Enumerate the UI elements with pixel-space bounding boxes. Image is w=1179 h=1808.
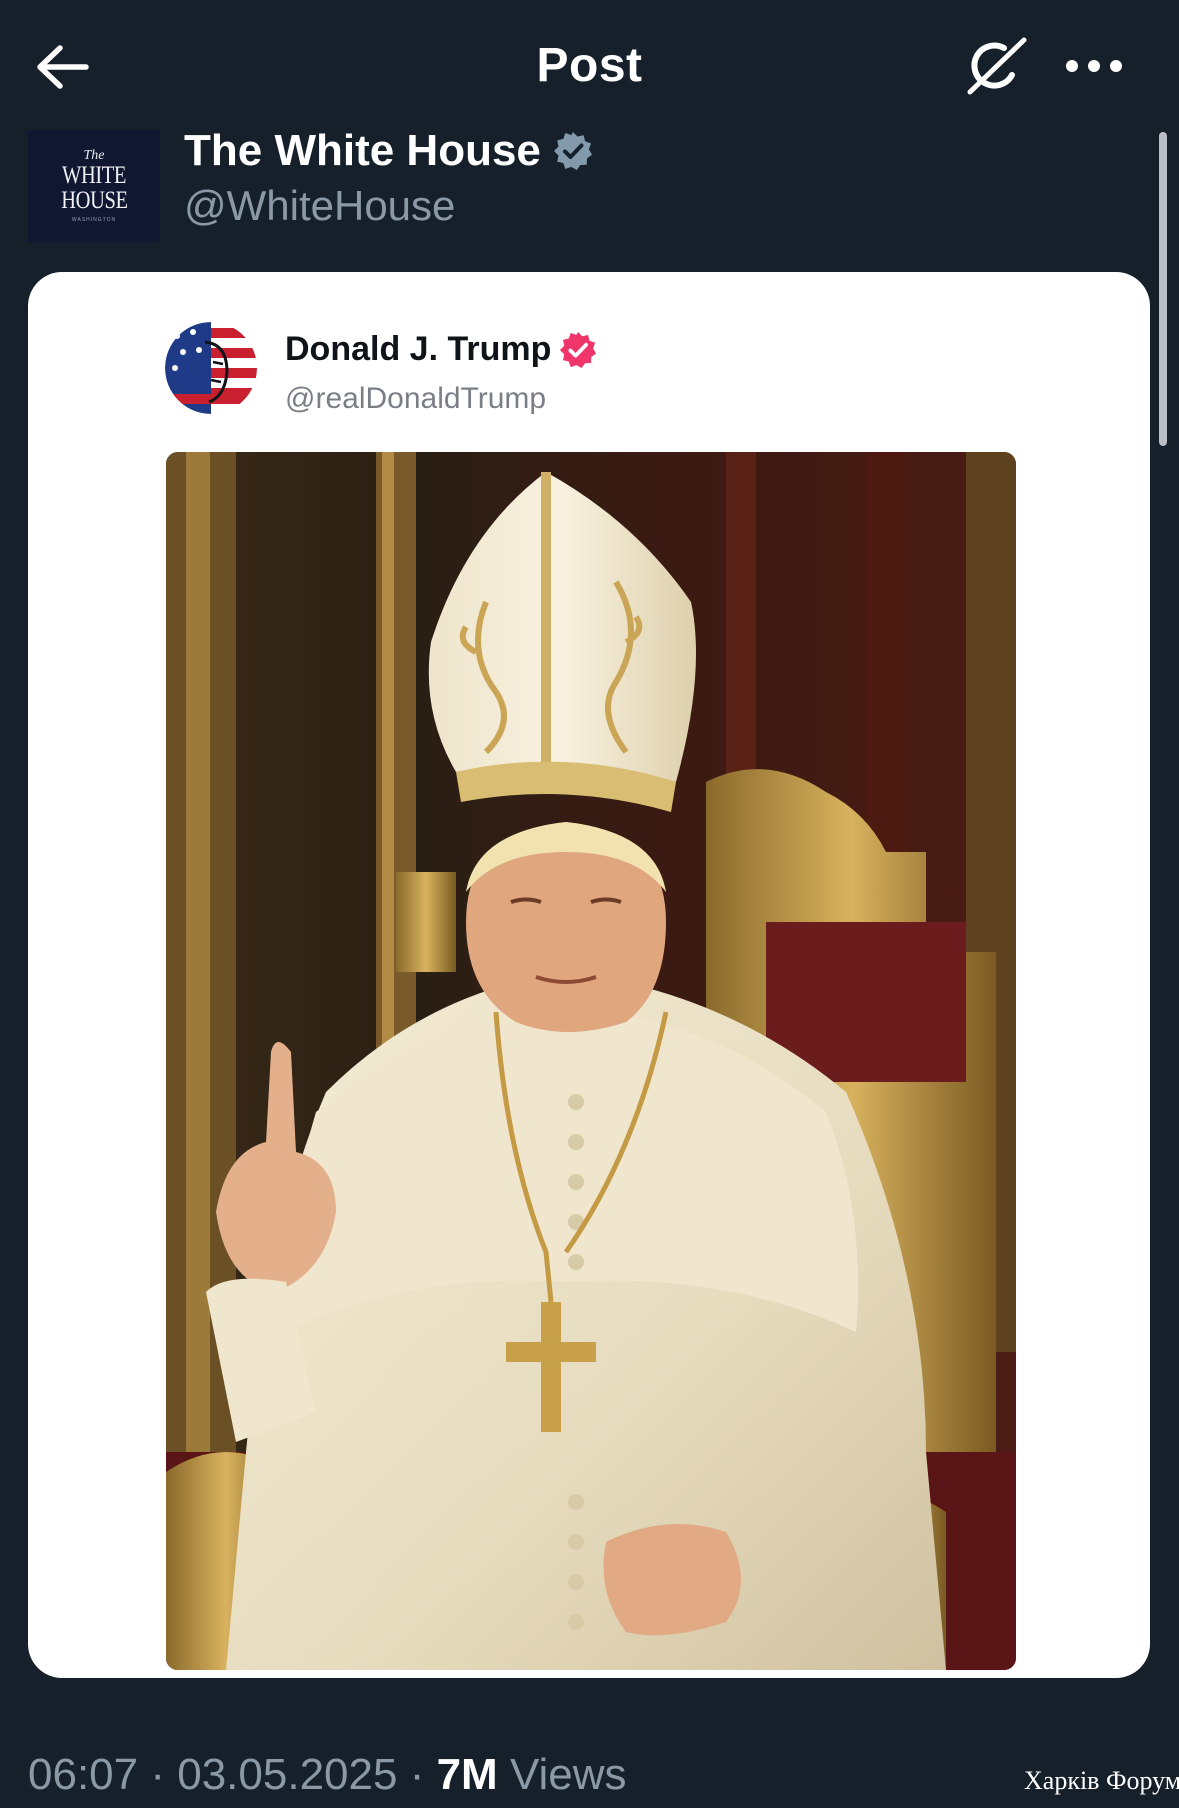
post-time: 06:07: [28, 1750, 139, 1799]
quoted-post-card[interactable]: Donald J. Trump @realDonaldTrump: [28, 272, 1150, 1678]
more-button[interactable]: [1058, 40, 1130, 92]
avatar-text-line2: HOUSE: [60, 187, 128, 214]
more-horizontal-icon: [1066, 60, 1078, 72]
avatar-text-line1: WHITE: [62, 162, 126, 189]
meta-separator: ·: [409, 1750, 425, 1799]
arrow-left-icon: [37, 45, 89, 89]
back-button[interactable]: [30, 38, 94, 96]
grok-button[interactable]: [962, 34, 1032, 98]
quoted-author-handle[interactable]: @realDonaldTrump: [285, 382, 546, 416]
avatar[interactable]: The WHITE HOUSE WASHINGTON: [28, 130, 160, 242]
quoted-avatar[interactable]: [165, 322, 257, 414]
grok-icon: [967, 37, 1027, 95]
post-image[interactable]: [166, 452, 1016, 1670]
post-meta: 06:07 · 03.05.2025 · 7M Views: [28, 1750, 627, 1800]
verified-badge-icon: [553, 131, 593, 171]
avatar-text-sub: WASHINGTON: [71, 217, 117, 223]
author-name[interactable]: The White House: [184, 126, 593, 176]
author-name-text: The White House: [184, 126, 541, 175]
author-handle[interactable]: @WhiteHouse: [184, 182, 455, 230]
watermark: Харків Форум: [1024, 1766, 1179, 1795]
verified-badge-icon: [559, 331, 597, 369]
quoted-author-name-text: Donald J. Trump: [285, 330, 552, 368]
views-label: Views: [509, 1750, 627, 1799]
top-bar: Post: [0, 0, 1179, 130]
post-date: 03.05.2025: [177, 1750, 398, 1799]
views-count[interactable]: 7M: [437, 1750, 498, 1799]
meta-separator: ·: [150, 1750, 165, 1799]
quoted-author-name[interactable]: Donald J. Trump: [285, 330, 597, 369]
scrollbar[interactable]: [1159, 132, 1167, 446]
avatar-text-the: The: [83, 148, 105, 163]
